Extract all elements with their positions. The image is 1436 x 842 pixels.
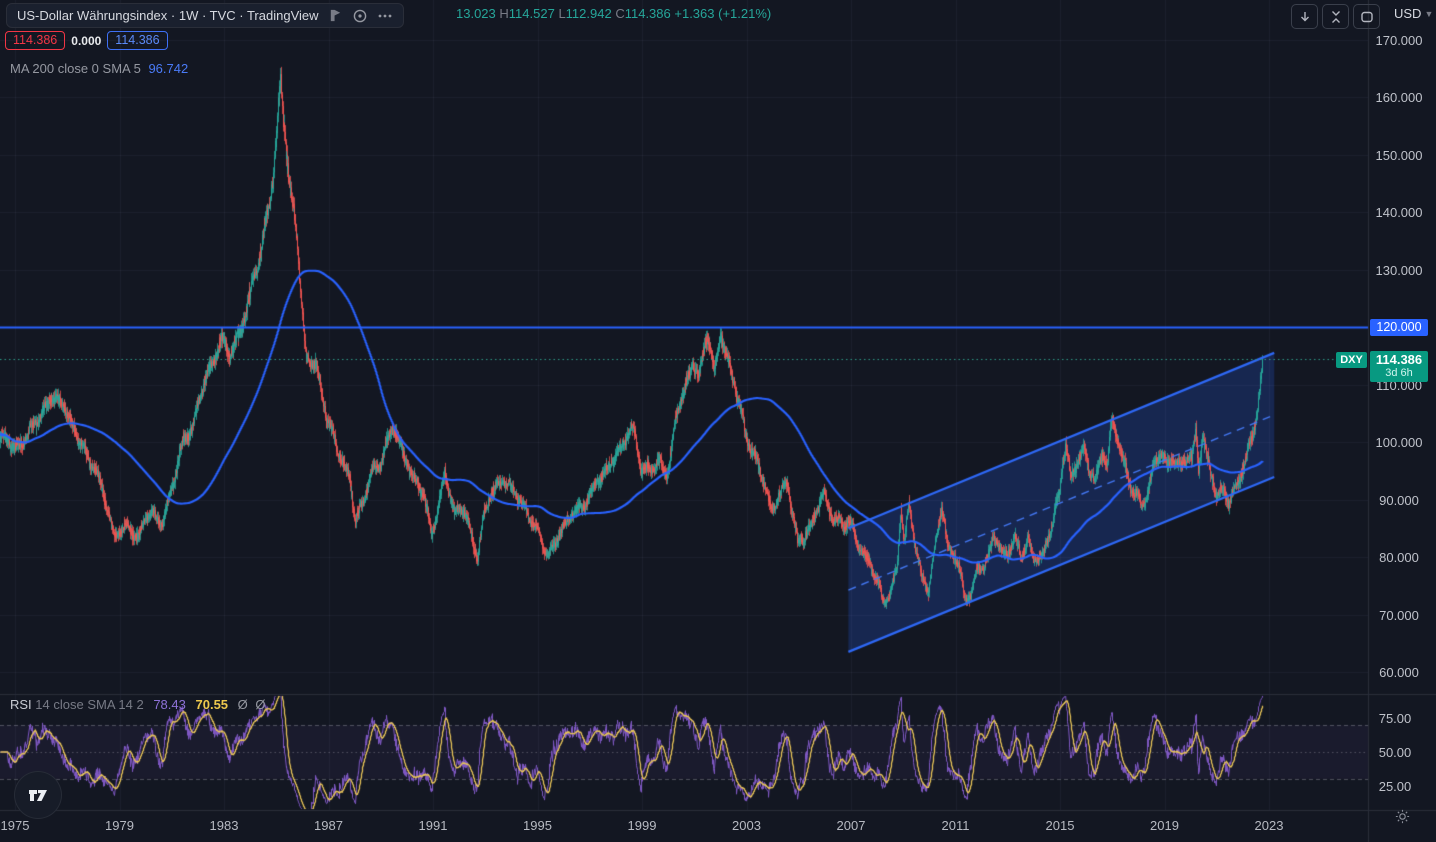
symbol-price-label: DXY [1336,352,1367,369]
rsi-name: RSI [10,697,32,712]
rsi-legend[interactable]: RSI 14 close SMA 14 2 78.43 70.55 Ø Ø [10,697,266,712]
ma-legend[interactable]: MA 200 close 0 SMA 5 96.742 [10,61,188,76]
close-label: C [615,6,625,21]
maximize-pane-button[interactable] [1322,4,1349,29]
chart-settings-gear-icon[interactable] [1394,808,1411,830]
year-tick-label: 2007 [836,818,866,833]
last-price-badge: 114.386 3d 6h [1370,351,1428,383]
more-options-icon[interactable] [377,8,393,24]
price-tick-label: 170.000 [1375,32,1423,48]
year-tick-label: 1987 [314,818,343,833]
year-tick-label: 2023 [1254,818,1284,833]
move-pane-down-button[interactable] [1291,4,1318,29]
rsi-empty-2: Ø [255,697,266,712]
tradingview-logo[interactable] [14,771,62,819]
bar-countdown: 3d 6h [1385,367,1413,380]
rsi-empty-1: Ø [237,697,248,712]
year-tick-label: 1995 [523,818,552,833]
last-price-value: 114.386 [1375,352,1423,368]
year-tick-label: 2003 [732,818,761,833]
close-value: 114.386 [624,6,671,21]
low-label: L [558,6,566,21]
ohlc-readout: 13.023 H114.527 L112.942 C114.386 +1.363… [456,6,771,21]
price-tick-label: 80.000 [1379,550,1419,565]
price-tick-label: 100.000 [1375,435,1423,450]
symbol-header-pill[interactable]: US-Dollar Währungsindex · 1W · TVC · Tra… [6,3,404,28]
tradingview-chart-window: US-Dollar Währungsindex · 1W · TVC · Tra… [0,0,1436,842]
flag-icon[interactable] [328,8,343,23]
year-tick-label: 2015 [1045,818,1075,833]
chevron-down-icon: ▼ [1424,8,1434,19]
chart-title: US-Dollar Währungsindex · 1W · TVC · Tra… [17,8,319,23]
open-value: 13.023 [456,6,496,21]
ask-badge[interactable]: 114.386 [107,31,168,50]
year-tick-label: 2011 [941,818,970,833]
high-value: 114.527 [508,6,555,21]
year-tick-label: 1999 [627,818,657,833]
price-tick-label: 150.000 [1375,147,1423,163]
price-tick-label: 130.000 [1375,262,1423,278]
pane-controls [1291,4,1380,29]
eye-icon[interactable] [352,8,368,24]
rsi-value: 78.43 [153,697,186,712]
ma-name: MA [10,61,29,76]
horizontal-line-price-badge: 120.000 [1370,318,1428,336]
spread-value: 0.000 [71,33,102,48]
ma-value: 96.742 [148,61,189,76]
fullscreen-button[interactable] [1353,4,1380,29]
year-tick-label: 1991 [418,818,448,833]
rsi-params: 14 close SMA 14 2 [35,697,144,712]
main-chart-canvas[interactable] [0,0,1436,842]
price-tick-label: 160.000 [1375,90,1423,105]
high-label: H [499,6,509,21]
year-tick-label: 2019 [1150,818,1179,833]
ma-params: 200 close 0 SMA 5 [32,61,141,76]
rsi-tick-label: 75.00 [1378,711,1412,727]
currency-label: USD [1394,6,1422,21]
price-tick-label: 140.000 [1375,205,1423,220]
currency-selector[interactable]: USD ▼ [1394,6,1433,21]
year-tick-label: 1975 [0,818,30,833]
year-tick-label: 1983 [209,818,239,833]
price-tick-label: 70.000 [1379,607,1419,623]
price-tick-label: 60.000 [1379,665,1419,680]
low-value: 112.942 [565,6,612,21]
year-tick-label: 1979 [105,818,134,833]
rsi-tick-label: 50.00 [1378,745,1412,760]
change-value: +1.363 (+1.21%) [674,6,772,21]
rsi-sma-value: 70.55 [195,697,229,712]
rsi-tick-label: 25.00 [1378,778,1412,794]
bid-badge[interactable]: 114.386 [5,31,66,50]
quote-badges: 114.386 0.000 114.386 [5,31,168,50]
price-tick-label: 90.000 [1379,492,1419,508]
